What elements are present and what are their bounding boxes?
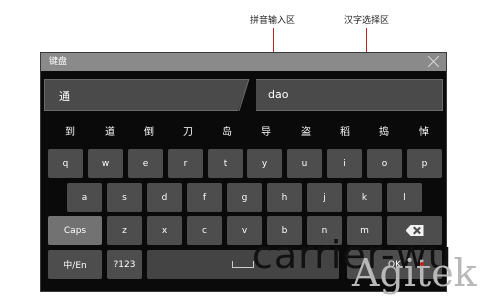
selected-text-value: 通 xyxy=(59,90,70,103)
candidate-9[interactable]: 捣 xyxy=(379,123,389,138)
close-icon[interactable] xyxy=(427,55,440,68)
key-t[interactable]: t xyxy=(208,149,243,178)
key-f[interactable]: f xyxy=(187,183,222,212)
space-icon xyxy=(232,261,254,268)
candidate-3[interactable]: 倒 xyxy=(144,123,154,138)
candidate-5[interactable]: 岛 xyxy=(222,123,232,138)
key-q[interactable]: q xyxy=(48,149,83,178)
key-x[interactable]: x xyxy=(147,216,182,245)
key-i[interactable]: i xyxy=(327,149,362,178)
candidate-6[interactable]: 导 xyxy=(261,123,271,138)
key-d[interactable]: d xyxy=(147,183,182,212)
key-r[interactable]: r xyxy=(168,149,203,178)
language-toggle-button[interactable]: 中/En xyxy=(48,250,102,279)
key-k[interactable]: k xyxy=(347,183,382,212)
cursor-marker xyxy=(420,262,424,266)
key-z[interactable]: z xyxy=(107,216,142,245)
key-c[interactable]: c xyxy=(187,216,222,245)
hanzi-area-annotation: 汉字选择区 xyxy=(344,16,390,26)
pinyin-input-value: dao xyxy=(268,88,289,101)
candidate-1[interactable]: 到 xyxy=(65,123,75,138)
key-j[interactable]: j xyxy=(307,183,342,212)
dialog-title: 键盘 xyxy=(49,57,68,67)
number-mode-button[interactable]: ?123 xyxy=(107,250,142,279)
selected-text-field[interactable]: 通 xyxy=(44,79,249,111)
candidate-8[interactable]: 稻 xyxy=(340,123,350,138)
key-s[interactable]: s xyxy=(107,183,142,212)
dialog-titlebar: 键盘 xyxy=(41,53,446,71)
key-u[interactable]: u xyxy=(287,149,322,178)
key-y[interactable]: y xyxy=(247,149,282,178)
caps-button[interactable]: Caps xyxy=(48,216,102,245)
key-w[interactable]: w xyxy=(88,149,123,178)
hanzi-candidate-bar: 到 道 倒 刀 岛 导 盗 稻 捣 悼 xyxy=(41,123,448,143)
candidate-7[interactable]: 盗 xyxy=(301,123,311,138)
candidate-4[interactable]: 刀 xyxy=(183,123,193,138)
key-o[interactable]: o xyxy=(367,149,402,178)
key-g[interactable]: g xyxy=(227,183,262,212)
key-p[interactable]: p xyxy=(407,149,442,178)
pinyin-input-field[interactable]: dao xyxy=(253,79,443,111)
watermark-logo: Agitek xyxy=(352,251,477,295)
key-e[interactable]: e xyxy=(128,149,163,178)
candidate-2[interactable]: 道 xyxy=(105,123,115,138)
pinyin-area-annotation: 拼音输入区 xyxy=(250,16,296,26)
input-row: 通 dao xyxy=(41,79,448,111)
key-h[interactable]: h xyxy=(267,183,302,212)
candidate-10[interactable]: 悼 xyxy=(419,123,429,138)
key-a[interactable]: a xyxy=(67,183,102,212)
field-divider xyxy=(238,79,256,111)
key-l[interactable]: l xyxy=(387,183,422,212)
